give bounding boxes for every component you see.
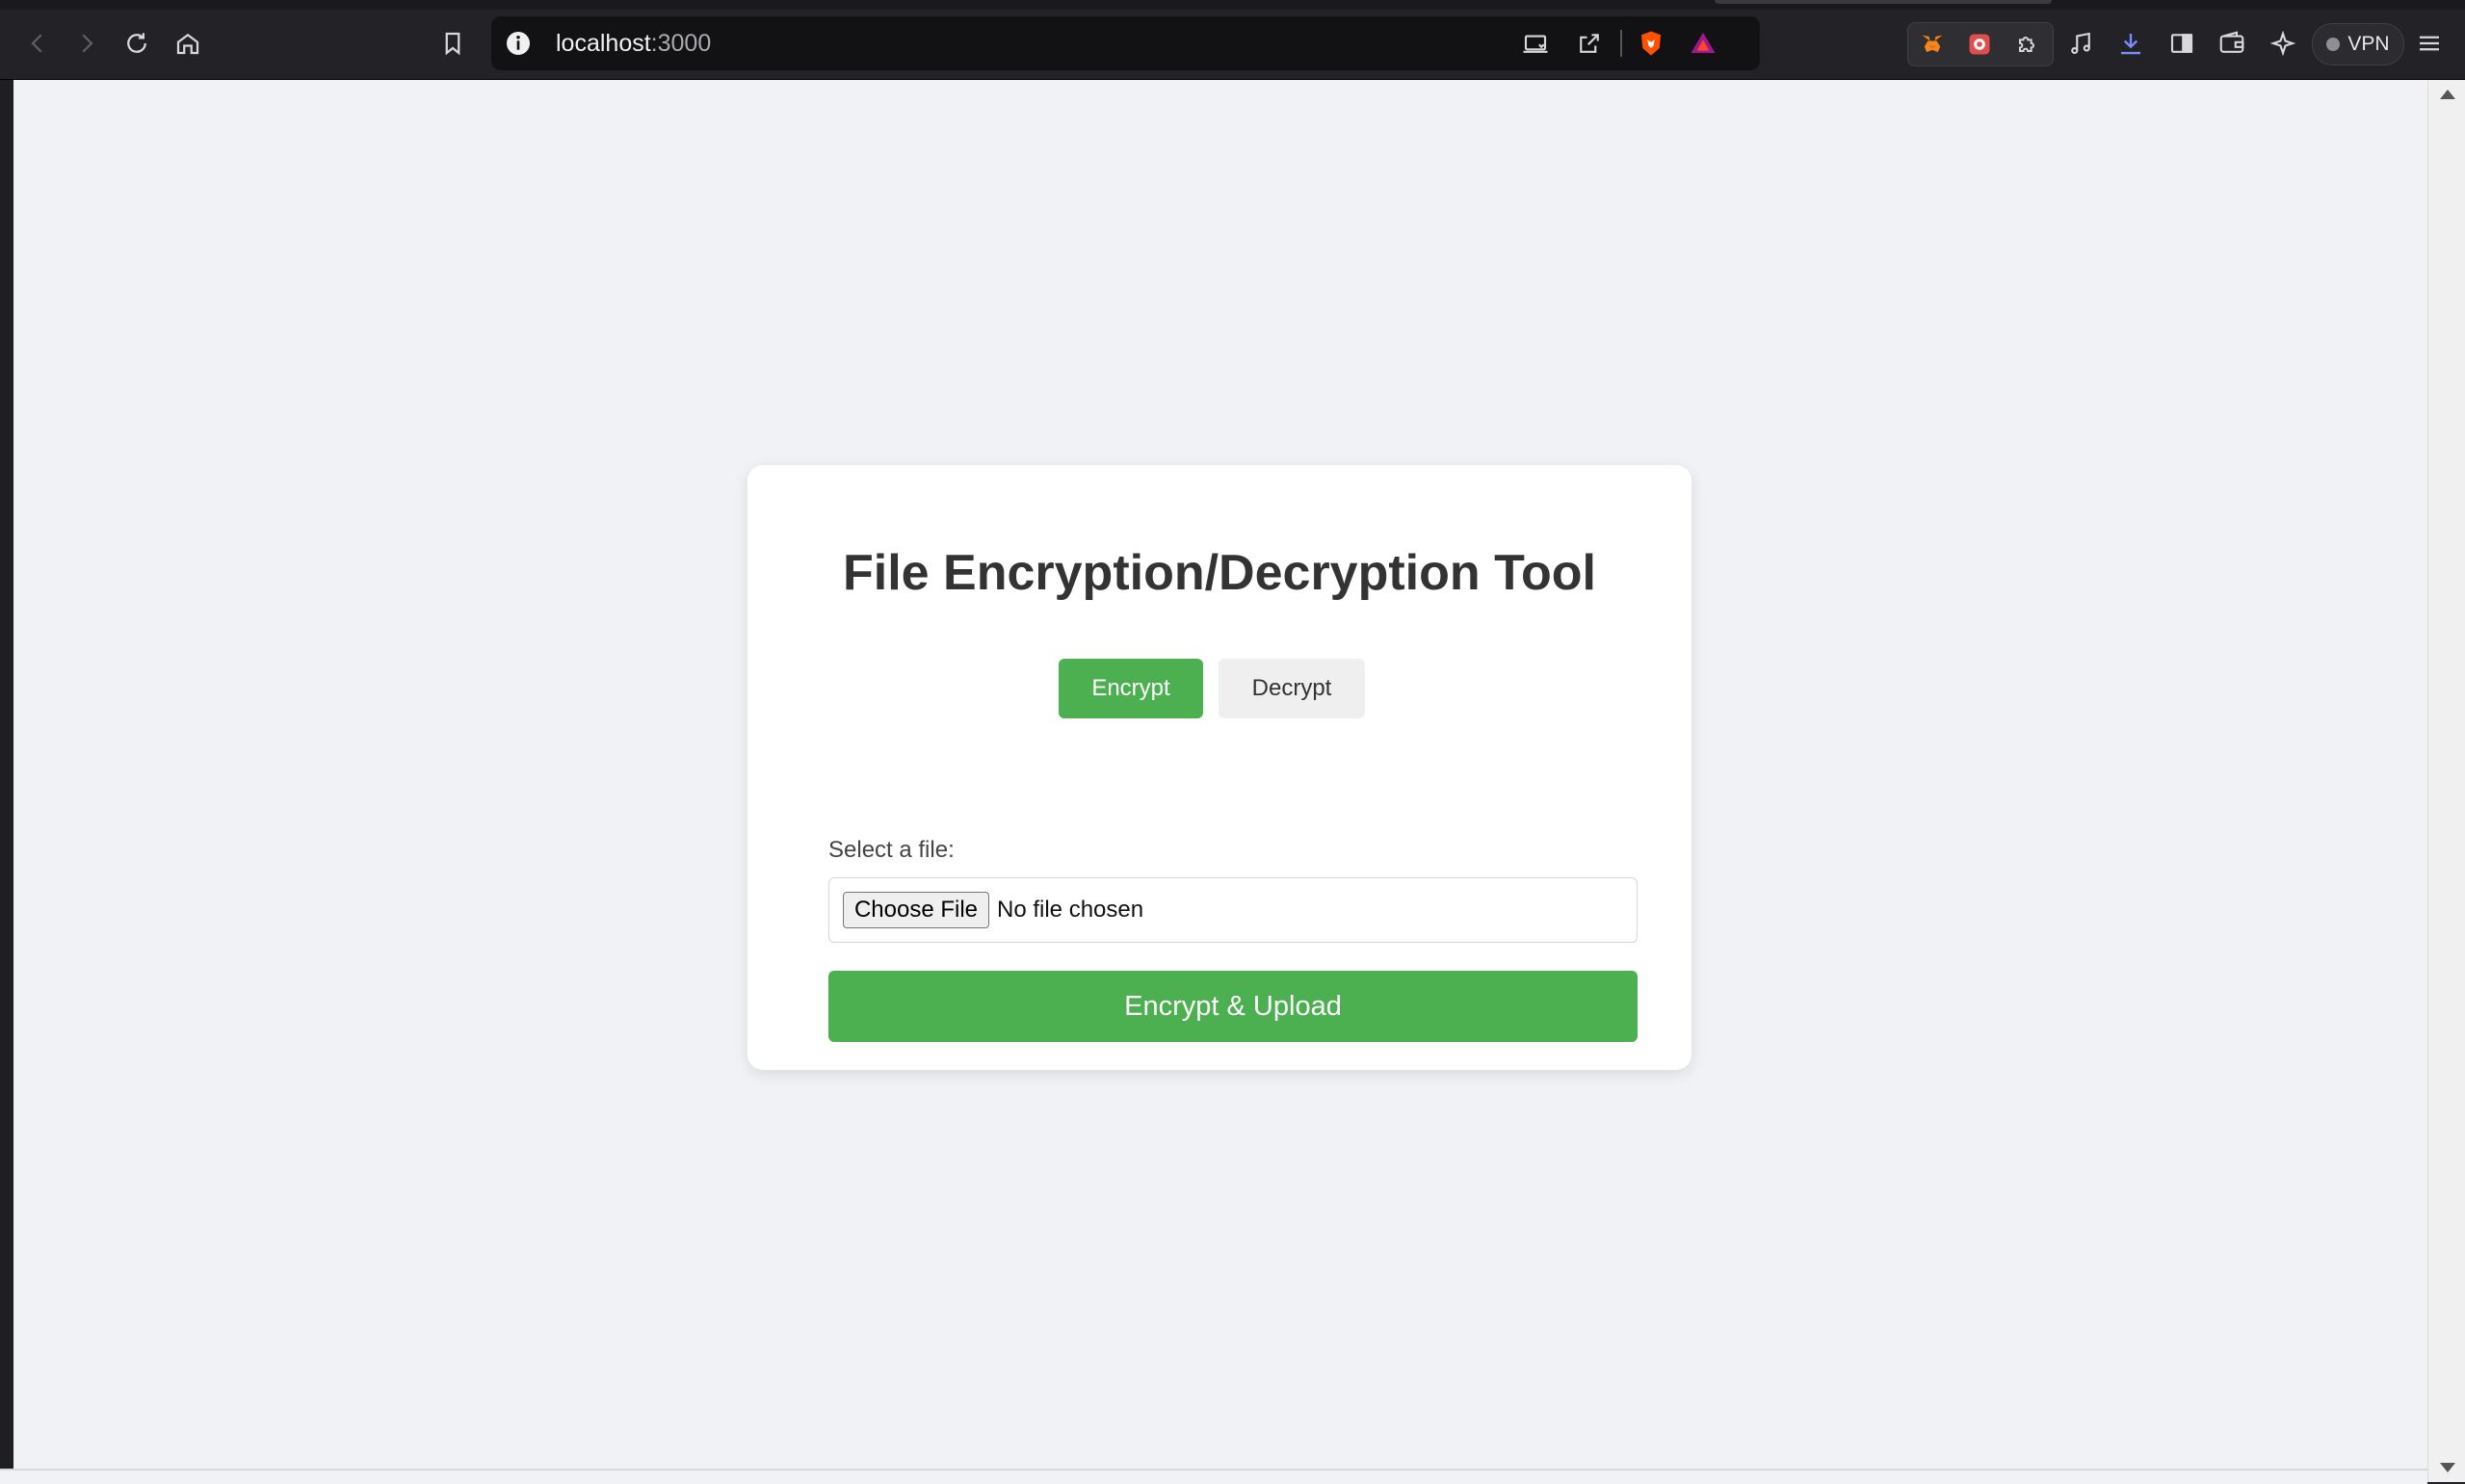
tab-strip [0, 0, 2465, 10]
file-input-label: Select a file: [828, 837, 955, 863]
reload-icon[interactable] [116, 22, 158, 65]
vpn-status-icon [2326, 38, 2341, 51]
bookmark-icon[interactable] [432, 22, 474, 65]
forward-icon[interactable] [66, 22, 108, 65]
page-viewport: File Encryption/Decryption Tool Encrypt … [13, 80, 2427, 1469]
tab-indicator [1715, 0, 2052, 4]
vpn-button[interactable]: VPN [2312, 23, 2404, 65]
wallet-icon[interactable] [2211, 22, 2253, 65]
metamask-icon[interactable] [1916, 28, 1949, 61]
page-title: File Encryption/Decryption Tool [843, 545, 1596, 601]
file-input[interactable]: Choose File No file chosen [828, 877, 1638, 943]
url-port: :3000 [650, 30, 712, 57]
scroll-down-arrow-icon[interactable] [2440, 1463, 2455, 1472]
sidebar-icon[interactable] [2161, 22, 2203, 65]
download-icon[interactable] [2110, 22, 2152, 65]
puzzle-icon[interactable] [2010, 28, 2043, 61]
tool-card: File Encryption/Decryption Tool Encrypt … [747, 465, 1691, 1070]
address-separator [1620, 30, 1622, 57]
back-icon[interactable] [16, 22, 59, 65]
leo-ai-icon[interactable] [2262, 22, 2304, 65]
menu-icon[interactable] [2408, 22, 2451, 65]
file-status-text: No file chosen [997, 897, 1144, 923]
scroll-up-arrow-icon[interactable] [2440, 90, 2455, 99]
address-bar[interactable]: localhost:3000 [491, 16, 1760, 70]
url-host: localhost [556, 30, 651, 57]
vertical-scrollbar[interactable] [2427, 80, 2465, 1482]
share-icon[interactable] [1572, 26, 1607, 61]
decrypt-mode-button[interactable]: Decrypt [1219, 659, 1365, 718]
extension-icon[interactable] [1963, 28, 1996, 61]
brave-rewards-icon[interactable] [1686, 26, 1720, 61]
encrypt-upload-button[interactable]: Encrypt & Upload [828, 971, 1638, 1042]
brave-shields-icon[interactable] [1634, 26, 1668, 61]
vpn-label: VPN [2347, 33, 2390, 55]
home-icon[interactable] [167, 22, 209, 65]
choose-file-button[interactable]: Choose File [843, 892, 989, 928]
extensions-group [1907, 22, 2054, 66]
site-info-icon[interactable] [503, 28, 534, 59]
media-icon[interactable] [2059, 22, 2102, 65]
url-text[interactable]: localhost:3000 [556, 30, 711, 57]
browser-toolbar: localhost:3000 VPN [0, 0, 2465, 80]
encrypt-mode-button[interactable]: Encrypt [1059, 659, 1203, 718]
cast-icon[interactable] [1518, 26, 1553, 61]
